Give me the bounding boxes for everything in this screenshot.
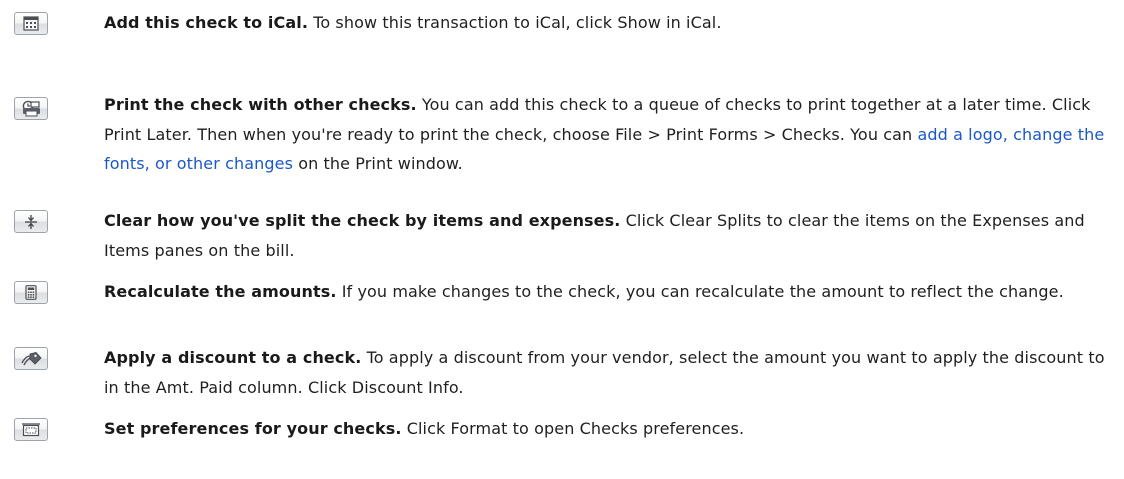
- help-text-clear-splits: Clear how you've split the check by item…: [104, 206, 1109, 265]
- format-button[interactable]: [14, 418, 48, 441]
- recalculate-button[interactable]: [14, 281, 48, 304]
- help-text-ical: Add this check to iCal. To show this tra…: [104, 8, 1109, 38]
- help-title-recalculate: Recalculate the amounts.: [104, 282, 337, 301]
- calendar-icon: [23, 16, 39, 31]
- help-description-recalculate: If you make changes to the check, you ca…: [341, 282, 1064, 301]
- help-title-format: Set preferences for your checks.: [104, 419, 402, 438]
- calculator-icon: [25, 285, 37, 300]
- format-icon: [22, 422, 40, 436]
- help-text-discount: Apply a discount to a check. To apply a …: [104, 343, 1109, 402]
- help-title-print-later: Print the check with other checks.: [104, 95, 417, 114]
- print-later-button[interactable]: [14, 97, 48, 120]
- help-text-format: Set preferences for your checks. Click F…: [104, 414, 1109, 444]
- help-title-clear-splits: Clear how you've split the check by item…: [104, 211, 621, 230]
- clear-splits-button[interactable]: [14, 210, 48, 233]
- print-later-icon: [22, 100, 40, 117]
- help-description-format: Click Format to open Checks preferences.: [406, 419, 745, 438]
- help-description-print-later-end: on the Print window.: [298, 154, 463, 173]
- help-title-ical: Add this check to iCal.: [104, 13, 308, 32]
- discount-info-button[interactable]: [14, 347, 48, 370]
- clear-splits-icon: [25, 214, 37, 229]
- help-description-ical: To show this transaction to iCal, click …: [313, 13, 722, 32]
- help-title-discount: Apply a discount to a check.: [104, 348, 362, 367]
- help-text-print-later: Print the check with other checks. You c…: [104, 90, 1109, 179]
- show-in-ical-button[interactable]: [14, 12, 48, 35]
- discount-tag-icon: [21, 352, 42, 366]
- help-text-recalculate: Recalculate the amounts. If you make cha…: [104, 277, 1109, 307]
